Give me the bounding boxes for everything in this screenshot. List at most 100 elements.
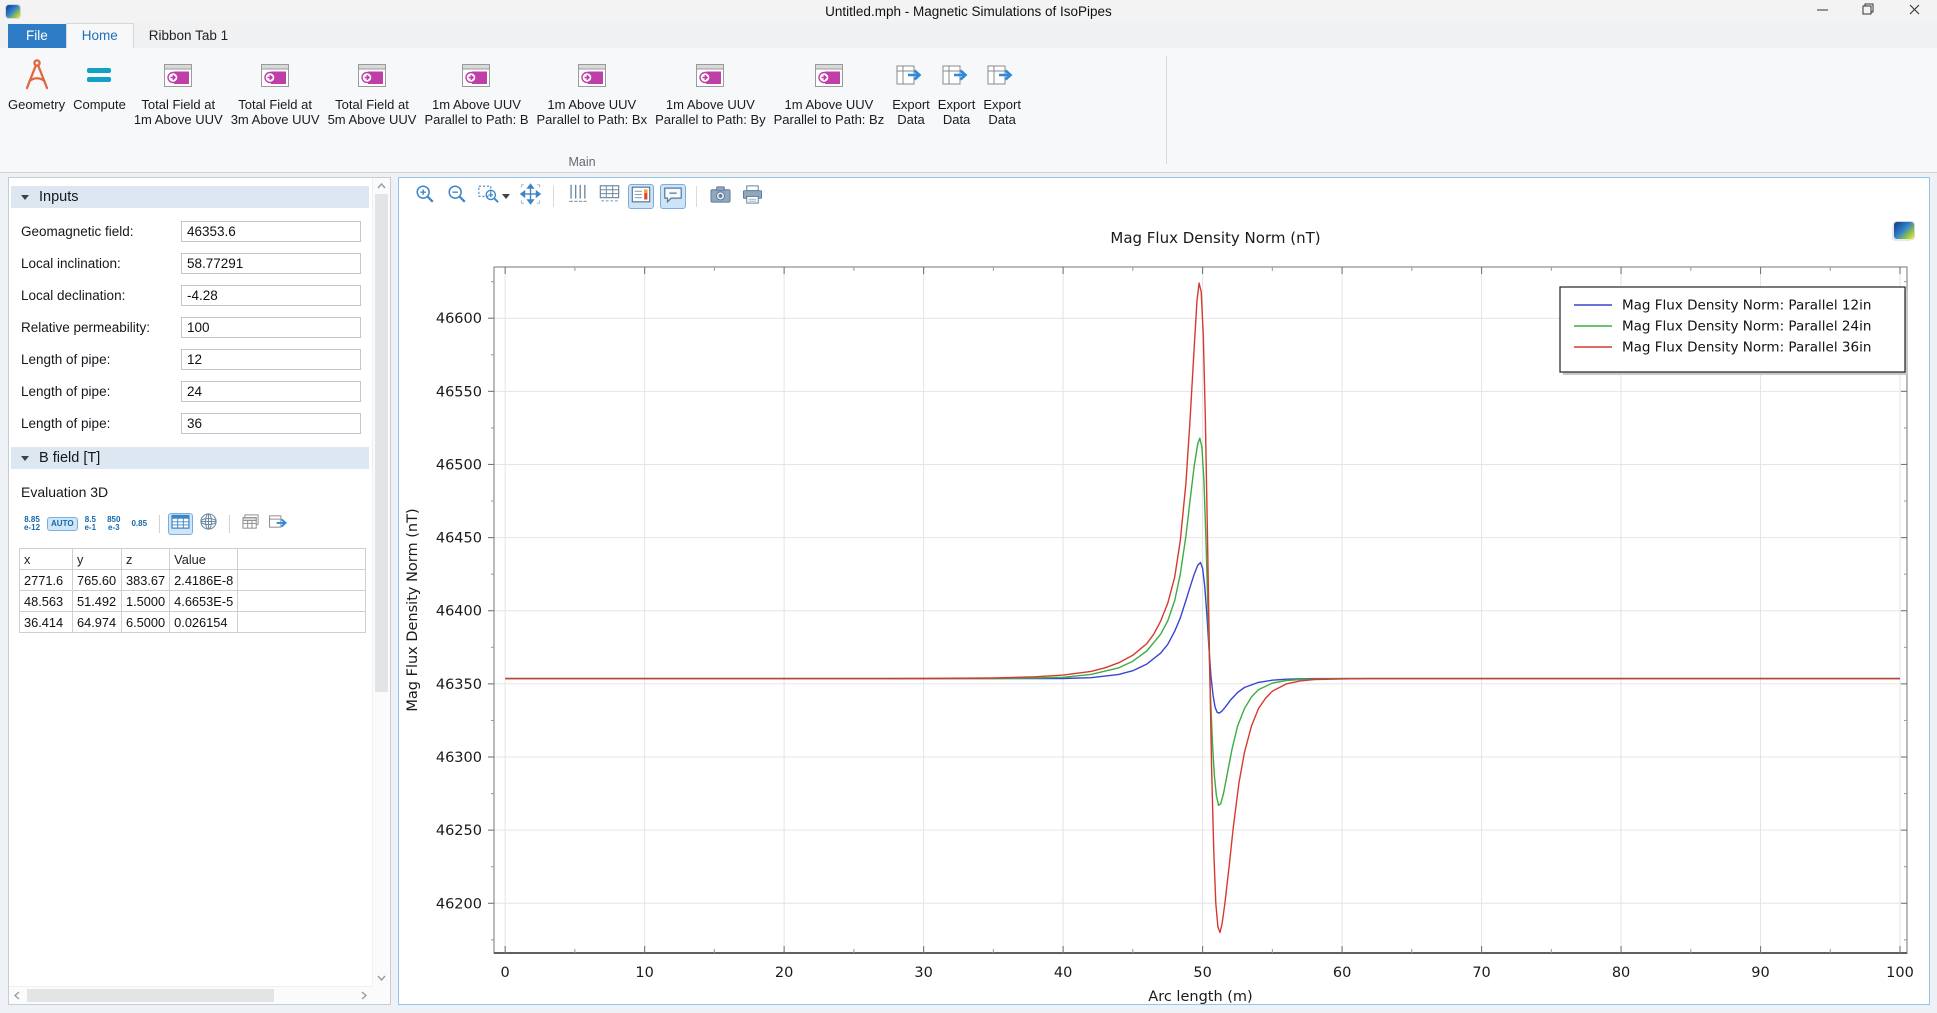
precision-button-850[interactable]: 850e-3: [103, 513, 124, 535]
scroll-right-icon[interactable]: [356, 987, 372, 1003]
column-header[interactable]: x: [20, 549, 73, 570]
ribbon-button-label: 5m Above UUV: [328, 112, 417, 127]
table-row[interactable]: 36.41464.9746.50000.026154: [20, 612, 366, 633]
table-display-button[interactable]: [168, 513, 193, 535]
close-button[interactable]: [1891, 0, 1937, 22]
field-input-2[interactable]: [181, 285, 361, 306]
minimize-button[interactable]: [1799, 0, 1845, 22]
precision-button-8.85[interactable]: 8.85e-12: [20, 513, 44, 535]
field-input-3[interactable]: [181, 317, 361, 338]
ribbon-button-label: Export: [892, 97, 930, 112]
tooltip-toggle-button[interactable]: [660, 184, 686, 209]
ribbon: GeometryComputeTotal Field at1m Above UU…: [0, 48, 1937, 173]
zoom-out-button[interactable]: [444, 184, 470, 209]
axis-settings-icon: [566, 183, 589, 210]
horizontal-scrollbar-thumb[interactable]: [27, 989, 274, 1002]
grid-button[interactable]: [596, 184, 622, 209]
column-header[interactable]: [238, 549, 366, 570]
input-row: Local inclination:: [9, 247, 371, 279]
sphere-button[interactable]: [196, 513, 221, 535]
table-row[interactable]: 48.56351.4921.50004.6653E-5: [20, 591, 366, 612]
precision-button-0.85[interactable]: 0.85: [127, 517, 151, 531]
section-title: Inputs: [39, 189, 79, 205]
scroll-left-icon[interactable]: [9, 987, 25, 1003]
ribbon-button-total-field-3m[interactable]: Total Field at3m Above UUV: [231, 56, 320, 128]
ribbon-button-compute[interactable]: Compute: [73, 56, 126, 112]
ribbon-button-export-data-3[interactable]: ExportData: [983, 56, 1021, 128]
app-icon: [6, 5, 20, 18]
field-input-0[interactable]: [181, 221, 361, 242]
section-header-inputs[interactable]: Inputs: [11, 186, 369, 208]
zoom-extents-button[interactable]: [517, 184, 543, 209]
section-header-bfield[interactable]: B field [T]: [11, 447, 369, 469]
zoom-box-button[interactable]: [476, 184, 511, 209]
export-table-button[interactable]: [266, 513, 291, 535]
input-row: Geomagnetic field:: [9, 215, 371, 247]
column-header[interactable]: z: [122, 549, 170, 570]
table-row[interactable]: 2771.6765.60383.672.4186E-8: [20, 570, 366, 591]
legend-label: Mag Flux Density Norm: Parallel 36in: [1622, 340, 1871, 356]
ribbon-tab-file[interactable]: File: [8, 24, 66, 48]
ribbon-button-label: Parallel to Path: Bx: [537, 112, 648, 127]
copy-table-button[interactable]: [238, 513, 263, 535]
legend-toggle-button[interactable]: [628, 184, 654, 209]
line-chart[interactable]: 0102030405060708090100462004625046300463…: [399, 215, 1929, 1004]
y-tick-label: 46350: [436, 677, 482, 693]
x-axis-label: Arc length (m): [1148, 989, 1252, 1004]
x-tick-label: 50: [1193, 965, 1211, 981]
ribbon-button-parallel-b[interactable]: 1m Above UUVParallel to Path: B: [424, 56, 528, 128]
ribbon-tab-ribbon-tab-1[interactable]: Ribbon Tab 1: [134, 24, 243, 48]
x-tick-label: 20: [775, 965, 793, 981]
vertical-scrollbar-thumb[interactable]: [375, 194, 388, 692]
table-cell: [238, 612, 366, 633]
y-tick-label: 46200: [436, 896, 482, 912]
table-cell: 6.5000: [122, 612, 170, 633]
dropdown-caret-icon[interactable]: [502, 194, 510, 199]
plot-window-icon: [814, 56, 844, 94]
y-tick-label: 46600: [436, 311, 482, 327]
precision-button-auto[interactable]: AUTO: [47, 517, 78, 531]
zoom-box-icon: [477, 183, 500, 210]
graphics-panel: 0102030405060708090100462004625046300463…: [398, 177, 1930, 1005]
ribbon-button-export-data-2[interactable]: ExportData: [938, 56, 976, 128]
evaluation-toolbar: 8.85e-12AUTO8.5e-1850e-30.85: [9, 511, 371, 537]
axis-settings-button[interactable]: [564, 184, 590, 209]
ribbon-button-parallel-bx[interactable]: 1m Above UUVParallel to Path: Bx: [537, 56, 648, 128]
print-button[interactable]: [739, 184, 765, 209]
x-tick-label: 80: [1612, 965, 1630, 981]
field-label: Length of pipe:: [21, 416, 181, 431]
precision-button-8.5[interactable]: 8.5e-1: [81, 513, 101, 535]
ribbon-button-parallel-bz[interactable]: 1m Above UUVParallel to Path: Bz: [774, 56, 885, 128]
snapshot-icon: [709, 184, 732, 210]
section-title: B field [T]: [39, 450, 100, 466]
ribbon-tab-home[interactable]: Home: [66, 23, 134, 48]
field-label: Length of pipe:: [21, 352, 181, 367]
ribbon-button-geometry[interactable]: Geometry: [8, 56, 65, 112]
field-input-1[interactable]: [181, 253, 361, 274]
table-header-row: xyzValue: [20, 549, 366, 570]
horizontal-scrollbar[interactable]: [9, 986, 372, 1004]
table-cell: 383.67: [122, 570, 170, 591]
plot-window-badge-icon[interactable]: [1894, 222, 1914, 239]
zoom-out-icon: [446, 183, 468, 210]
ribbon-button-total-field-5m[interactable]: Total Field at5m Above UUV: [328, 56, 417, 128]
plot-window-icon: [163, 56, 193, 94]
input-row: Relative permeability:: [9, 311, 371, 343]
field-input-4[interactable]: [181, 349, 361, 370]
ribbon-button-total-field-1m[interactable]: Total Field at1m Above UUV: [134, 56, 223, 128]
ribbon-button-export-data-1[interactable]: ExportData: [892, 56, 930, 128]
ribbon-button-label: 1m Above UUV: [547, 97, 636, 112]
column-header[interactable]: Value: [170, 549, 238, 570]
snapshot-button[interactable]: [707, 184, 733, 209]
ribbon-button-parallel-by[interactable]: 1m Above UUVParallel to Path: By: [655, 56, 766, 128]
x-tick-label: 100: [1886, 965, 1914, 981]
vertical-scrollbar[interactable]: [372, 178, 390, 986]
restore-button[interactable]: [1845, 0, 1891, 22]
zoom-in-button[interactable]: [412, 184, 438, 209]
column-header[interactable]: y: [73, 549, 122, 570]
field-input-6[interactable]: [181, 413, 361, 434]
scroll-up-icon[interactable]: [373, 178, 389, 194]
field-input-5[interactable]: [181, 381, 361, 402]
table-cell: 51.492: [73, 591, 122, 612]
scroll-down-icon[interactable]: [373, 970, 389, 986]
